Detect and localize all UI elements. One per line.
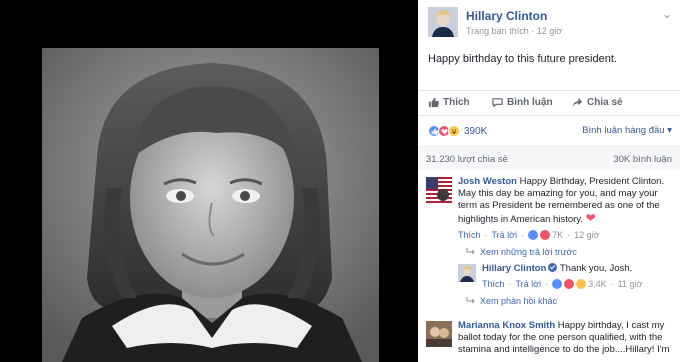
- reply-author-link[interactable]: Hillary Clinton: [482, 263, 546, 274]
- comment-sort-dropdown[interactable]: Bình luận hàng đầu ▾: [582, 125, 672, 136]
- like-reaction-icon: [552, 279, 563, 289]
- shares-count[interactable]: 31.230 lượt chia sẻ: [426, 154, 508, 165]
- comment-body: Marianna Knox Smith Happy birthday, I ca…: [458, 320, 676, 356]
- comment-sort-label: Bình luận hàng đầu: [582, 125, 665, 136]
- post-text: Happy birthday to this future president.: [428, 53, 617, 65]
- post-meta-dot: ·: [531, 26, 535, 36]
- love-reaction-icon: [564, 279, 575, 289]
- like-button-label: Thích: [443, 97, 470, 108]
- haha-reaction-icon: [448, 125, 460, 137]
- post-options-button[interactable]: ⌄: [662, 7, 672, 21]
- verified-badge-icon: [548, 263, 558, 272]
- comment-like-button[interactable]: Thích: [458, 229, 481, 241]
- view-previous-replies-label: Xem những trả lời trước: [480, 247, 577, 257]
- reply-timestamp[interactable]: 11 giờ: [618, 278, 643, 290]
- comments-count[interactable]: 30K bình luận: [613, 154, 672, 165]
- love-reaction-icon: [540, 230, 551, 240]
- share-button[interactable]: Chia sẻ: [572, 97, 623, 108]
- reply-reply-button[interactable]: Trả lời: [516, 278, 542, 290]
- share-button-label: Chia sẻ: [587, 97, 623, 108]
- comment-button[interactable]: Bình luận: [492, 97, 553, 108]
- avatar[interactable]: [426, 321, 452, 347]
- post-header: Hillary Clinton Trang bạn thích · 12 giờ…: [428, 7, 672, 39]
- comment-button-label: Bình luận: [507, 97, 553, 108]
- reply-reactions[interactable]: 3,4K: [552, 278, 607, 290]
- comment-body: Josh Weston Happy Birthday, President Cl…: [458, 176, 676, 241]
- comment-reactions[interactable]: 7K: [528, 229, 563, 241]
- view-previous-replies-link[interactable]: Xem những trả lời trước: [466, 247, 577, 257]
- avatar[interactable]: [426, 177, 452, 203]
- post-timestamp[interactable]: 12 giờ: [537, 26, 562, 36]
- avatar[interactable]: [458, 264, 476, 282]
- post-stats-row: 31.230 lượt chia sẻ 30K bình luận: [418, 146, 680, 170]
- haha-reaction-icon: [576, 279, 587, 289]
- comment-reaction-count: 7K: [552, 230, 564, 240]
- portrait-image: [42, 48, 379, 362]
- photo-viewer: [0, 0, 418, 362]
- speech-bubble-icon: [492, 98, 503, 108]
- reply-arrow-icon: [466, 248, 475, 255]
- comment-author-link[interactable]: Marianna Knox Smith: [458, 320, 555, 331]
- like-button[interactable]: Thích: [428, 97, 470, 108]
- post-meta: Trang bạn thích · 12 giờ: [466, 26, 562, 36]
- reply-text: Thank you, Josh.: [559, 263, 633, 274]
- comment-reply-button[interactable]: Trả lời: [492, 229, 518, 241]
- reply-like-button[interactable]: Thích: [482, 278, 505, 290]
- post-photo[interactable]: [42, 48, 379, 362]
- reply-arrow-icon: [466, 297, 475, 304]
- reactions-summary[interactable]: 390K: [428, 124, 487, 138]
- chevron-down-icon: ▾: [667, 125, 672, 136]
- post-meta-source: Trang bạn thích: [466, 26, 529, 36]
- share-arrow-icon: [572, 97, 583, 108]
- comment-footer: Thích · Trả lời · 7K · 12 giờ: [458, 229, 600, 241]
- comment-timestamp[interactable]: 12 giờ: [574, 229, 599, 241]
- like-reaction-icon: [528, 230, 539, 240]
- reply-footer: Thích · Trả lời · 3,4K · 11 giờ: [482, 278, 643, 290]
- page-name-link[interactable]: Hillary Clinton: [466, 9, 547, 23]
- post-panel: Hillary Clinton Trang bạn thích · 12 giờ…: [418, 0, 680, 362]
- comment-author-link[interactable]: Josh Weston: [458, 176, 517, 187]
- reactions-count: 390K: [464, 125, 488, 137]
- post-actions-bar: Thích Bình luận Chia sẻ: [418, 90, 680, 116]
- thumbs-up-icon: [428, 97, 439, 108]
- reply-body: Hillary Clinton Thank you, Josh. Thích ·…: [482, 263, 676, 290]
- view-more-replies-link[interactable]: Xem phản hồi khác: [466, 296, 557, 306]
- view-more-replies-label: Xem phản hồi khác: [480, 296, 558, 306]
- page-avatar[interactable]: [428, 7, 458, 37]
- heart-emoji: ❤: [585, 211, 596, 225]
- reply-reaction-count: 3,4K: [588, 279, 607, 289]
